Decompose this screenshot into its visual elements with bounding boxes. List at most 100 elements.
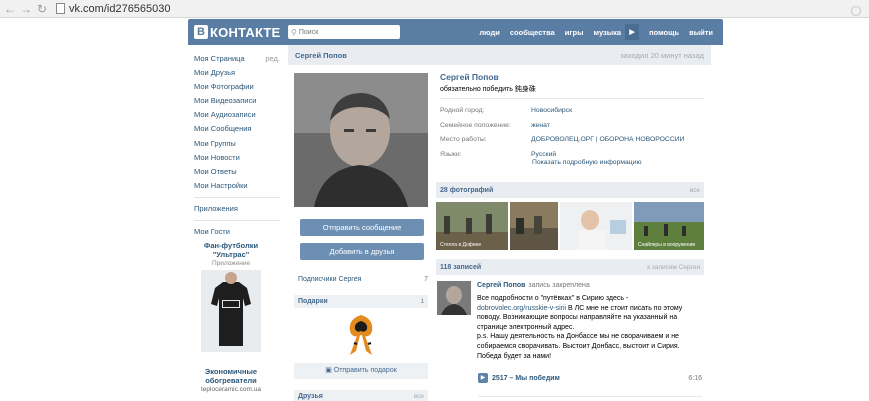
photo-caption: Снайперы в вооружении (638, 241, 695, 248)
address-bar[interactable]: vk.com/id276565030 (56, 1, 171, 17)
menu-item-label: Мои Группы (194, 138, 236, 148)
menu-item-audio[interactable]: Мои Аудиозаписи (194, 108, 280, 122)
nav-people[interactable]: люди (479, 28, 499, 37)
info-label: Место работы: (440, 136, 487, 143)
photos-header[interactable]: 28 фотографий все (436, 182, 704, 198)
st-george-ribbon-icon[interactable] (344, 313, 378, 357)
info-value[interactable]: ДОБРОВОЛЕЦ.ОРГ | ОБОРОНА НОВОРОССИИ (531, 133, 685, 148)
photo-thumb[interactable] (560, 202, 632, 250)
profile-photo[interactable] (294, 73, 428, 207)
photo-thumb[interactable]: Снайперы в вооружении (634, 202, 704, 250)
photo-thumb[interactable]: Стелла в Дофине (436, 202, 508, 250)
play-icon[interactable]: ▶ (625, 24, 640, 40)
info-label: Родной город: (440, 107, 485, 114)
audio-attachment[interactable]: ▶ 2517 – Мы победим 6:16 (478, 373, 702, 383)
menu-item-label: Мои Ответы (194, 166, 237, 176)
gifts-label: Подарки (298, 298, 328, 305)
menu-item-my-page[interactable]: Моя Страница ред. (194, 52, 280, 66)
post-author[interactable]: Сергей Попов (477, 282, 525, 289)
post-avatar[interactable] (437, 281, 471, 315)
info-value[interactable]: Новосибирск (531, 104, 572, 119)
wall-link[interactable]: к записям Сергея (647, 264, 700, 271)
wall-header[interactable]: 118 записей к записям Сергея (436, 259, 704, 275)
profile-name: Сергей Попов (440, 72, 499, 82)
reload-icon[interactable]: ↻ (34, 0, 50, 18)
nav-logout[interactable]: выйти (689, 28, 713, 37)
gifts-header[interactable]: Подарки 1 (294, 295, 428, 308)
friends-header[interactable]: Друзья все (294, 390, 428, 401)
post-line-3: p.s. Нашу деятельность на Донбассе мы не… (477, 333, 680, 360)
photo-thumb[interactable] (510, 202, 558, 250)
site-header: В КОНТАКТЕ ⚲ люди сообщества игры музыка… (188, 19, 723, 45)
profile-status[interactable]: обязательно победить 鈍身硃 (440, 84, 536, 94)
send-gift-label: Отправить подарок (333, 367, 397, 374)
tshirt-image[interactable] (201, 270, 261, 352)
info-row-hometown: Родной город: Новосибирск (440, 104, 704, 119)
nav-music[interactable]: музыка (594, 28, 622, 37)
post-footer (478, 395, 702, 401)
menu-item-answers[interactable]: Мои Ответы (194, 165, 280, 179)
ad-subtitle: Приложение (211, 260, 251, 267)
search-input[interactable] (298, 28, 389, 36)
info-value[interactable]: женат (531, 119, 550, 134)
menu-item-guests[interactable]: Мои Гости (194, 225, 280, 239)
ad-block-tshirt[interactable]: Фан-футболки "Ультрас" Приложение (194, 241, 268, 352)
post-pinned: запись закреплена (528, 282, 590, 289)
menu-item-label: Моя Страница (194, 54, 245, 63)
menu-item-apps[interactable]: Приложения (194, 202, 280, 216)
audio-title: 2517 – Мы победим (492, 374, 560, 382)
nav-games[interactable]: игры (565, 28, 584, 37)
ad-block-heaters[interactable]: Экономичные обогреватели teploceramic.co… (194, 367, 268, 393)
profile-content: Сергей Попов заходил 20 минут назад Отпр… (288, 45, 711, 401)
edit-link[interactable]: ред. (265, 52, 280, 66)
photos-all-link[interactable]: все (690, 187, 700, 194)
ad-site: teploceramic.com.ua (201, 386, 261, 393)
gift-icon: ▣ (325, 367, 334, 374)
back-arrow-icon[interactable]: ← (2, 0, 18, 18)
post-line-1: Все подробности о "путёвках" в Сирию зде… (477, 295, 629, 302)
show-details-link[interactable]: Показать подробную информацию (532, 159, 642, 166)
menu-item-videos[interactable]: Мои Видеозаписи (194, 94, 280, 108)
post-text: Все подробности о "путёвках" в Сирию зде… (477, 294, 699, 361)
gifts-count: 1 (420, 298, 424, 305)
subscribers-link[interactable]: Подписчики Сергея 7 (298, 276, 428, 283)
url-text: vk.com/id276565030 (69, 2, 171, 15)
menu-item-photos[interactable]: Мои Фотографии (194, 80, 280, 94)
photos-strip: Стелла в Дофине Снайперы в вооружении (436, 202, 706, 250)
ad-title: Фан-футболки "Ультрас" (203, 241, 259, 259)
vk-logo[interactable]: В КОНТАКТЕ (194, 24, 280, 40)
friends-label: Друзья (298, 392, 323, 400)
menu-item-label: Мои Гости (194, 227, 230, 237)
ad-title: Экономичные обогреватели (204, 367, 258, 385)
profile-titlebar: Сергей Попов заходил 20 минут назад (288, 45, 711, 65)
left-menu: Моя Страница ред. Мои Друзья Мои Фотогра… (194, 52, 280, 239)
forward-arrow-icon[interactable]: → (18, 0, 34, 18)
menu-item-settings[interactable]: Мои Настройки (194, 179, 280, 193)
menu-item-friends[interactable]: Мои Друзья (194, 66, 280, 80)
add-friend-button[interactable]: Добавить в друзья (300, 243, 424, 260)
info-label: Языки: (440, 150, 462, 158)
subscribers-count: 7 (424, 276, 428, 283)
menu-item-news[interactable]: Мои Новости (194, 151, 280, 165)
logo-letter: В (194, 25, 208, 39)
nav-communities[interactable]: сообщества (510, 28, 555, 37)
profile-info: Родной город: Новосибирск Семейное полож… (440, 104, 704, 162)
menu-item-label: Мои Настройки (194, 180, 248, 190)
wall-count: 118 записей (440, 263, 482, 271)
friends-all-link[interactable]: все (414, 393, 424, 400)
send-message-button[interactable]: Отправить сообщение (300, 219, 424, 236)
nav-help[interactable]: помощь (649, 28, 679, 37)
subscribers-label: Подписчики Сергея (298, 276, 362, 283)
menu-item-messages[interactable]: Мои Сообщения (194, 122, 280, 136)
search-box[interactable]: ⚲ (288, 25, 400, 39)
titlebar-name: Сергей Попов (295, 50, 347, 60)
info-label: Семейное положение: (440, 121, 511, 129)
send-gift-button[interactable]: ▣ Отправить подарок (294, 363, 428, 379)
menu-item-groups[interactable]: Мои Группы (194, 137, 280, 151)
browser-menu-icon[interactable] (851, 6, 861, 16)
post-link[interactable]: dobrovolec.org/russkie-v-sirii (477, 305, 566, 312)
post-header: Сергей Попов запись закреплена (477, 282, 590, 289)
menu-divider (194, 196, 280, 198)
menu-item-label: Мои Новости (194, 152, 240, 162)
play-icon[interactable]: ▶ (478, 373, 488, 383)
